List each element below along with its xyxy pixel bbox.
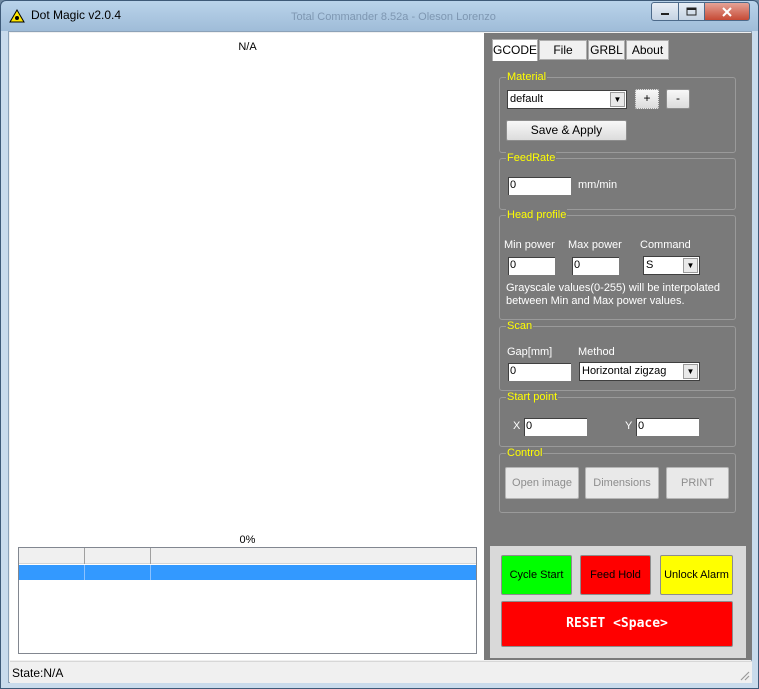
close-icon: [722, 6, 732, 17]
image-name-label: N/A: [238, 41, 257, 53]
reset-button[interactable]: RESET <Space>: [501, 601, 733, 647]
head-profile-group: Head profile Min power Max power Command…: [499, 209, 736, 320]
minimize-button[interactable]: [651, 2, 679, 21]
chevron-down-icon: ▼: [683, 258, 698, 273]
status-bar: State:N/A: [10, 661, 752, 683]
client-area: N/A 0% GCODE File GRBL About Material de…: [8, 31, 752, 683]
head-profile-group-title: Head profile: [506, 209, 568, 221]
log-list-selected-row[interactable]: [19, 565, 476, 580]
feedrate-input[interactable]: 0: [507, 176, 572, 196]
gap-input[interactable]: 0: [507, 362, 572, 382]
window-title: Dot Magic v2.0.4: [31, 8, 122, 22]
image-preview-canvas[interactable]: N/A 0%: [10, 33, 485, 660]
maximize-button[interactable]: [678, 2, 705, 21]
material-select[interactable]: default ▼: [507, 90, 627, 109]
scan-method-value: Horizontal zigzag: [582, 365, 667, 377]
min-power-input[interactable]: 0: [507, 256, 556, 276]
log-column-header[interactable]: [19, 548, 85, 564]
minimize-icon: [661, 12, 669, 15]
close-button[interactable]: [704, 2, 750, 21]
print-button[interactable]: PRINT: [666, 467, 729, 499]
log-cell: [85, 565, 151, 580]
feedrate-unit-label: mm/min: [578, 179, 618, 191]
open-image-button[interactable]: Open image: [505, 467, 579, 499]
scan-group-title: Scan: [506, 320, 534, 332]
gap-label: Gap[mm]: [507, 346, 553, 358]
log-column-header[interactable]: [85, 548, 151, 564]
remove-material-button[interactable]: -: [666, 89, 690, 109]
method-label: Method: [578, 346, 615, 358]
feedrate-group-title: FeedRate: [506, 152, 557, 164]
max-power-input[interactable]: 0: [571, 256, 620, 276]
start-y-input[interactable]: 0: [635, 417, 700, 437]
resize-grip-icon[interactable]: [738, 669, 750, 681]
tab-about[interactable]: About: [626, 40, 669, 60]
log-column-header[interactable]: [151, 548, 476, 564]
scan-group: Scan Gap[mm] Method 0 Horizontal zigzag …: [499, 320, 736, 391]
scan-method-select[interactable]: Horizontal zigzag ▼: [579, 362, 700, 381]
add-material-button[interactable]: +: [635, 89, 659, 109]
command-select[interactable]: S ▼: [643, 256, 700, 275]
unlock-alarm-button[interactable]: Unlock Alarm: [660, 555, 733, 595]
material-group-title: Material: [506, 71, 548, 83]
control-group-title: Control: [506, 447, 544, 459]
y-label: Y: [625, 420, 633, 432]
control-group: Control Open image Dimensions PRINT: [499, 447, 736, 513]
feed-hold-button[interactable]: Feed Hold: [580, 555, 651, 595]
command-label: Command: [640, 239, 691, 251]
log-list[interactable]: [18, 547, 477, 654]
save-apply-button[interactable]: Save & Apply: [506, 120, 627, 141]
material-group: Material default ▼ + - Save & Apply: [499, 71, 736, 153]
maximize-icon: [686, 7, 697, 16]
max-power-label: Max power: [568, 239, 622, 251]
status-text: State:N/A: [12, 666, 64, 680]
log-list-header: [19, 548, 476, 564]
chevron-down-icon: ▼: [683, 364, 698, 379]
chevron-down-icon: ▼: [610, 92, 625, 107]
min-power-label: Min power: [504, 239, 555, 251]
start-x-input[interactable]: 0: [523, 417, 588, 437]
title-bar[interactable]: Dot Magic v2.0.4 Total Commander 8.52a -…: [1, 1, 758, 31]
machine-control-box: Cycle Start Feed Hold Unlock Alarm RESET…: [490, 546, 746, 658]
cycle-start-button[interactable]: Cycle Start: [501, 555, 572, 595]
background-window-title: Total Commander 8.52a - Oleson Lorenzo: [291, 11, 496, 23]
app-window: Dot Magic v2.0.4 Total Commander 8.52a -…: [0, 0, 759, 689]
material-select-value: default: [510, 93, 544, 105]
start-point-group-title: Start point: [506, 391, 559, 403]
warning-triangle-icon: [9, 9, 25, 23]
feedrate-group: FeedRate 0 mm/min: [499, 152, 736, 210]
settings-panel: GCODE File GRBL About Material default ▼…: [484, 33, 752, 660]
log-cell: [19, 565, 85, 580]
progress-label: 0%: [239, 534, 256, 546]
tab-file[interactable]: File: [539, 40, 587, 60]
tab-gcode[interactable]: GCODE: [492, 39, 538, 61]
start-point-group: Start point X 0 Y 0: [499, 391, 736, 447]
dimensions-button[interactable]: Dimensions: [585, 467, 659, 499]
tab-grbl[interactable]: GRBL: [588, 40, 625, 60]
x-label: X: [513, 420, 521, 432]
grayscale-note: Grayscale values(0-255) will be interpol…: [506, 282, 720, 307]
command-select-value: S: [646, 259, 654, 271]
